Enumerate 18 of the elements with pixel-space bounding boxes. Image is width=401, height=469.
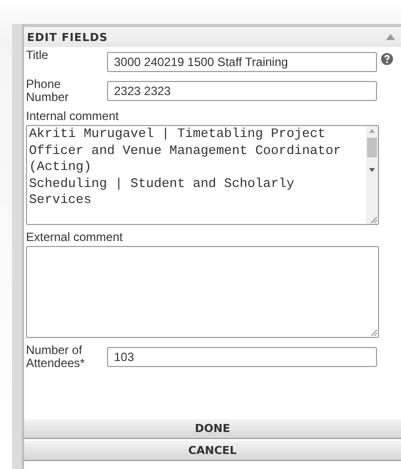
- field-label: Number of Attendees*: [26, 344, 86, 370]
- panel-title: EDIT FIELDS: [27, 30, 108, 44]
- field-label: Phone Number: [26, 78, 70, 104]
- help-icon[interactable]: [381, 53, 393, 65]
- action-button[interactable]: DONE: [24, 419, 401, 439]
- comment-field[interactable]: Akriti Murugavel | Timetabling Project Officer and Venue Management Coordinator (Acting) Scheduling | Student and Scholarly Services: [26, 125, 379, 225]
- resize-grip-icon[interactable]: [370, 216, 377, 223]
- input-field[interactable]: 3000 240219 1500 Staff Training: [107, 52, 377, 72]
- scrollbar-drawing[interactable]: [366, 126, 378, 224]
- action-button[interactable]: CANCEL: [24, 441, 401, 461]
- input-field[interactable]: 103: [107, 347, 377, 367]
- resize-grip-icon[interactable]: [370, 329, 377, 336]
- comment-field[interactable]: [26, 246, 379, 338]
- input-field[interactable]: 2323 2323: [107, 81, 377, 101]
- field-label: Internal comment: [26, 110, 120, 123]
- field-label: External comment: [26, 231, 124, 244]
- collapse-caret-icon[interactable]: [386, 34, 395, 40]
- field-label: Title: [26, 49, 50, 62]
